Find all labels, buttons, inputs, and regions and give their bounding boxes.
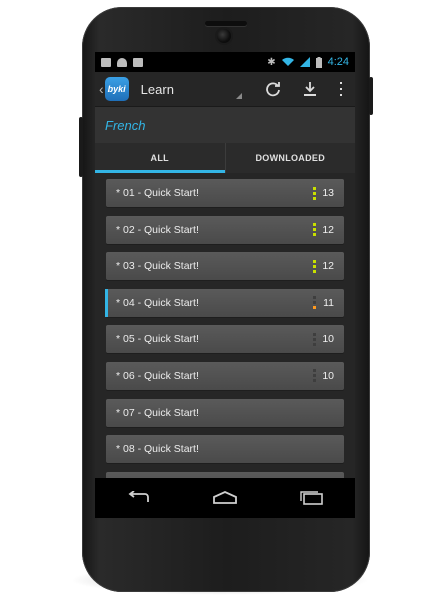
progress-level-icon	[313, 369, 316, 383]
level-bar	[313, 374, 316, 378]
status-bar: ✱ 4:24	[95, 52, 355, 72]
level-bar	[313, 186, 316, 190]
list-item-label: * 07 - Quick Start!	[116, 406, 199, 419]
recents-icon[interactable]	[300, 491, 324, 505]
level-bar	[313, 269, 316, 273]
list-item[interactable]: * 01 - Quick Start! 13	[106, 179, 344, 207]
navigation-bar	[95, 478, 355, 518]
progress-level-icon	[313, 332, 316, 346]
overflow-menu-icon[interactable]	[339, 81, 343, 97]
signal-icon	[299, 57, 310, 67]
power-button	[369, 77, 373, 115]
level-bar	[313, 228, 316, 232]
battery-icon	[315, 56, 322, 68]
home-icon[interactable]	[212, 491, 238, 505]
progress-level-icon	[313, 296, 316, 310]
card-count: 10	[322, 369, 334, 382]
list-item-label: * 03 - Quick Start!	[116, 260, 199, 273]
up-chevron-icon[interactable]: ‹	[99, 81, 104, 97]
level-bar	[313, 264, 316, 268]
wifi-icon	[281, 57, 294, 66]
image-icon	[101, 57, 111, 67]
language-header: French	[95, 107, 355, 143]
list-item[interactable]: * 03 - Quick Start! 12	[106, 252, 344, 281]
list-item[interactable]: * 06 - Quick Start! 10	[106, 361, 344, 390]
list-item-label: * 06 - Quick Start!	[116, 369, 199, 382]
level-bar	[313, 233, 316, 237]
level-bar	[313, 306, 316, 310]
card-count: 12	[322, 223, 334, 236]
level-bar	[313, 191, 316, 195]
list-item-label: * 08 - Quick Start!	[116, 443, 199, 456]
tab-bar: ALL DOWNLOADED	[95, 143, 355, 173]
action-bar: ‹ byki Learn	[95, 72, 355, 107]
spinner-indicator-icon[interactable]	[235, 93, 242, 99]
card-count: 12	[322, 260, 334, 273]
progress-level-icon	[313, 223, 316, 237]
level-bar	[313, 332, 316, 336]
bluetooth-icon: ✱	[267, 56, 276, 68]
level-bar	[313, 337, 316, 341]
card-count: 13	[322, 187, 334, 199]
android-icon	[117, 57, 127, 67]
front-camera	[217, 29, 231, 43]
card-count: 10	[322, 333, 334, 346]
app-logo[interactable]: byki	[104, 77, 129, 101]
level-bar	[313, 296, 316, 300]
language-label: French	[105, 117, 146, 133]
list-item[interactable]: * 05 - Quick Start! 10	[106, 325, 344, 354]
clock: 4:24	[327, 56, 349, 68]
volume-button	[79, 117, 83, 177]
list-item-label: * 04 - Quick Start!	[116, 296, 199, 309]
action-bar-title[interactable]: Learn	[141, 82, 174, 97]
device-screen: ✱ 4:24 ‹ byki Learn French ALL DOWNLOADE…	[95, 52, 355, 518]
progress-level-icon	[313, 259, 316, 273]
progress-level-icon	[313, 186, 316, 200]
level-bar	[313, 196, 316, 200]
level-bar	[313, 369, 316, 373]
list-item-label: * 01 - Quick Start!	[116, 187, 199, 199]
list-item[interactable]: * 08 - Quick Start!	[106, 435, 344, 464]
level-bar	[313, 342, 316, 346]
level-bar	[313, 223, 316, 227]
level-bar	[313, 301, 316, 305]
list-item-label: * 05 - Quick Start!	[116, 333, 199, 346]
list-item[interactable]: * 04 - Quick Start! 11	[105, 288, 344, 317]
refresh-icon[interactable]	[265, 81, 281, 97]
download-icon[interactable]	[303, 81, 317, 97]
list-item-label: * 02 - Quick Start!	[116, 223, 199, 236]
lesson-list: * 01 - Quick Start! 13 * 02 - Quick Start!…	[95, 173, 355, 518]
level-bar	[313, 379, 316, 383]
list-item[interactable]: * 07 - Quick Start!	[106, 398, 344, 427]
card-count: 11	[323, 296, 334, 309]
tab-all[interactable]: ALL	[95, 143, 225, 173]
earpiece-speaker	[205, 21, 247, 26]
back-icon[interactable]	[126, 491, 150, 505]
list-item[interactable]: * 02 - Quick Start! 12	[106, 215, 344, 244]
store-icon	[133, 57, 143, 67]
level-bar	[313, 259, 316, 263]
tab-downloaded[interactable]: DOWNLOADED	[224, 143, 356, 173]
